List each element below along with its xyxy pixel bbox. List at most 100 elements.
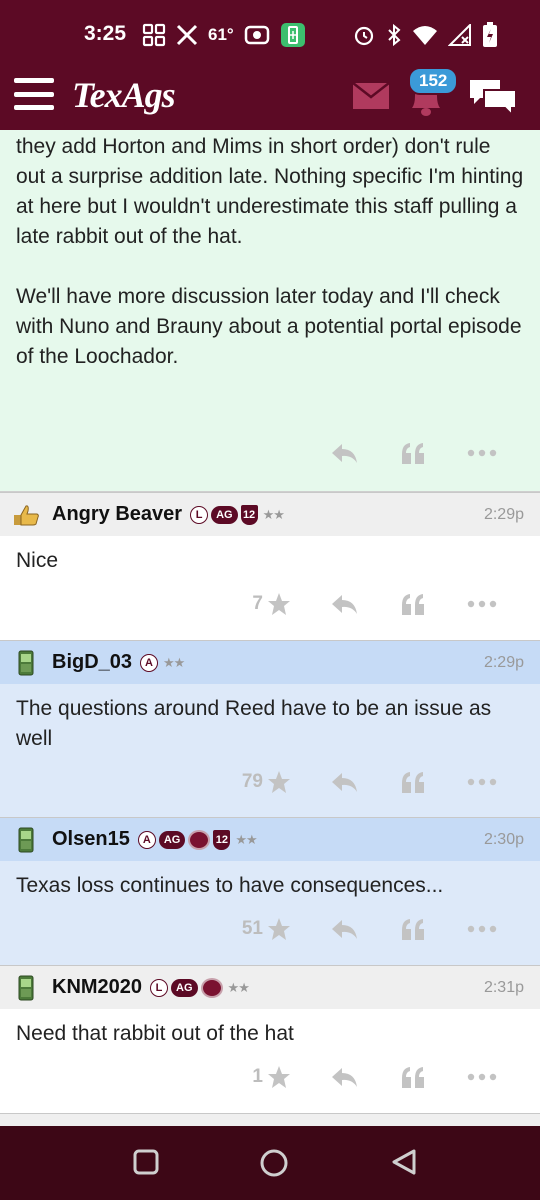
recents-square-icon[interactable] xyxy=(132,1148,160,1176)
reply-body: The questions around Reed have to be an … xyxy=(0,684,540,817)
reply-header: Olsen15 A AG 12 ★★ 2:30p xyxy=(0,817,540,861)
star-count: 1 xyxy=(252,1066,263,1087)
quote-button[interactable] xyxy=(378,771,447,793)
main-post: they add Horton and Mims in short order)… xyxy=(0,130,540,492)
reply-body: Need that rabbit out of the hat 1 xyxy=(0,1009,540,1113)
status-time: 3:25 xyxy=(84,22,127,45)
username[interactable]: Olsen15 xyxy=(52,828,130,851)
user-badges: A AG 12 ★★ xyxy=(137,829,258,850)
grid-icon xyxy=(142,23,166,47)
user-badges: L AG 12 ★★ xyxy=(190,504,285,525)
username[interactable]: Angry Beaver xyxy=(52,503,182,526)
reply-icon xyxy=(331,1068,357,1087)
username[interactable]: BigD_03 xyxy=(52,651,132,674)
quote-icon xyxy=(401,772,424,793)
star-button[interactable]: 7 xyxy=(231,592,291,616)
reply-button[interactable] xyxy=(309,442,378,464)
status-temperature: 61° xyxy=(208,25,234,44)
badge-12th-man: 12 xyxy=(240,504,258,525)
badge-letter: L xyxy=(190,505,209,524)
more-dots-icon xyxy=(467,778,496,786)
system-nav-bar xyxy=(0,1126,540,1200)
status-icons-right xyxy=(352,22,498,48)
badge-ag: AG xyxy=(158,830,186,849)
app-logo[interactable]: TexAgs xyxy=(72,74,176,116)
more-dots-icon xyxy=(467,925,496,933)
star-icon xyxy=(268,771,290,793)
quote-button[interactable] xyxy=(378,918,447,940)
more-button[interactable] xyxy=(447,1073,516,1081)
next-reply-header-partial xyxy=(0,1113,540,1126)
reply-header: Angry Beaver L AG 12 ★★ 2:29p xyxy=(0,492,540,536)
wifi-icon xyxy=(413,26,437,45)
user-badges: A ★★ xyxy=(140,653,185,672)
star-icon xyxy=(268,593,290,615)
chat-icon[interactable] xyxy=(468,76,518,118)
reply-icon xyxy=(331,444,357,463)
star-icon xyxy=(268,1066,290,1088)
reply-body: Nice 7 xyxy=(0,536,540,640)
badge-ag: AG xyxy=(171,978,198,997)
reply-actions: 51 xyxy=(231,917,516,941)
reply-actions: 79 xyxy=(231,770,516,794)
signal-icon xyxy=(448,24,471,46)
badge-seal-icon xyxy=(188,829,211,850)
reply-text: Nice xyxy=(16,549,59,572)
badge-12th-man: 12 xyxy=(213,829,231,850)
post-time: 2:29p xyxy=(483,653,524,671)
phone-icon xyxy=(12,974,40,1002)
back-triangle-icon[interactable] xyxy=(390,1148,418,1176)
app-header: TexAgs 152 xyxy=(0,66,540,130)
reply-actions: 1 xyxy=(231,1065,516,1089)
rank-stars: ★★ xyxy=(227,979,250,995)
reply-icon xyxy=(331,773,357,792)
badge-ag: AG xyxy=(211,505,238,524)
more-dots-icon xyxy=(467,1073,496,1081)
star-button[interactable]: 79 xyxy=(231,770,291,794)
reply-body: Texas loss continues to have consequence… xyxy=(0,861,540,965)
home-circle-icon[interactable] xyxy=(259,1148,289,1178)
star-button[interactable]: 51 xyxy=(231,917,291,941)
mail-icon[interactable] xyxy=(352,82,390,110)
reply-text: The questions around Reed have to be an … xyxy=(16,697,492,750)
menu-icon[interactable] xyxy=(14,78,54,110)
post-time: 2:31p xyxy=(483,978,524,996)
reply-button[interactable] xyxy=(309,771,378,793)
quote-button[interactable] xyxy=(378,593,447,615)
reply-button[interactable] xyxy=(309,918,378,940)
bluetooth-icon xyxy=(388,23,401,47)
quote-button[interactable] xyxy=(378,1066,447,1088)
reply-text: Need that rabbit out of the hat xyxy=(16,1022,294,1045)
quote-button[interactable] xyxy=(378,442,447,464)
quote-icon xyxy=(401,919,424,940)
more-button[interactable] xyxy=(447,449,516,457)
quote-icon xyxy=(401,594,424,615)
status-icons-left: 61° xyxy=(142,22,306,48)
reply-button[interactable] xyxy=(309,1066,378,1088)
more-button[interactable] xyxy=(447,925,516,933)
rank-stars: ★★ xyxy=(235,831,257,847)
star-count: 7 xyxy=(252,593,263,614)
reply-header: BigD_03 A ★★ 2:29p xyxy=(0,640,540,684)
post-time: 2:30p xyxy=(483,830,524,848)
badge-letter: A xyxy=(140,653,159,672)
phone-icon xyxy=(12,649,40,677)
phone-icon xyxy=(12,826,40,854)
more-dots-icon xyxy=(467,449,496,457)
user-badges: L AG ★★ xyxy=(150,977,250,998)
notification-count-badge[interactable]: 152 xyxy=(408,67,459,95)
battery-saver-icon xyxy=(280,23,305,47)
alarm-icon xyxy=(354,26,374,46)
rank-stars: ★★ xyxy=(262,506,285,522)
username[interactable]: KNM2020 xyxy=(52,976,142,999)
reply-icon xyxy=(331,595,357,614)
more-button[interactable] xyxy=(447,600,516,608)
post-paragraph-1: they add Horton and Mims in short order)… xyxy=(16,135,524,248)
status-bar: 3:25 61° xyxy=(0,0,540,66)
reply-text: Texas loss continues to have consequence… xyxy=(16,874,444,897)
star-button[interactable]: 1 xyxy=(231,1065,291,1089)
post-paragraph-2: We'll have more discussion later today a… xyxy=(16,285,522,368)
more-button[interactable] xyxy=(447,778,516,786)
reply-icon xyxy=(331,920,357,939)
reply-button[interactable] xyxy=(309,593,378,615)
